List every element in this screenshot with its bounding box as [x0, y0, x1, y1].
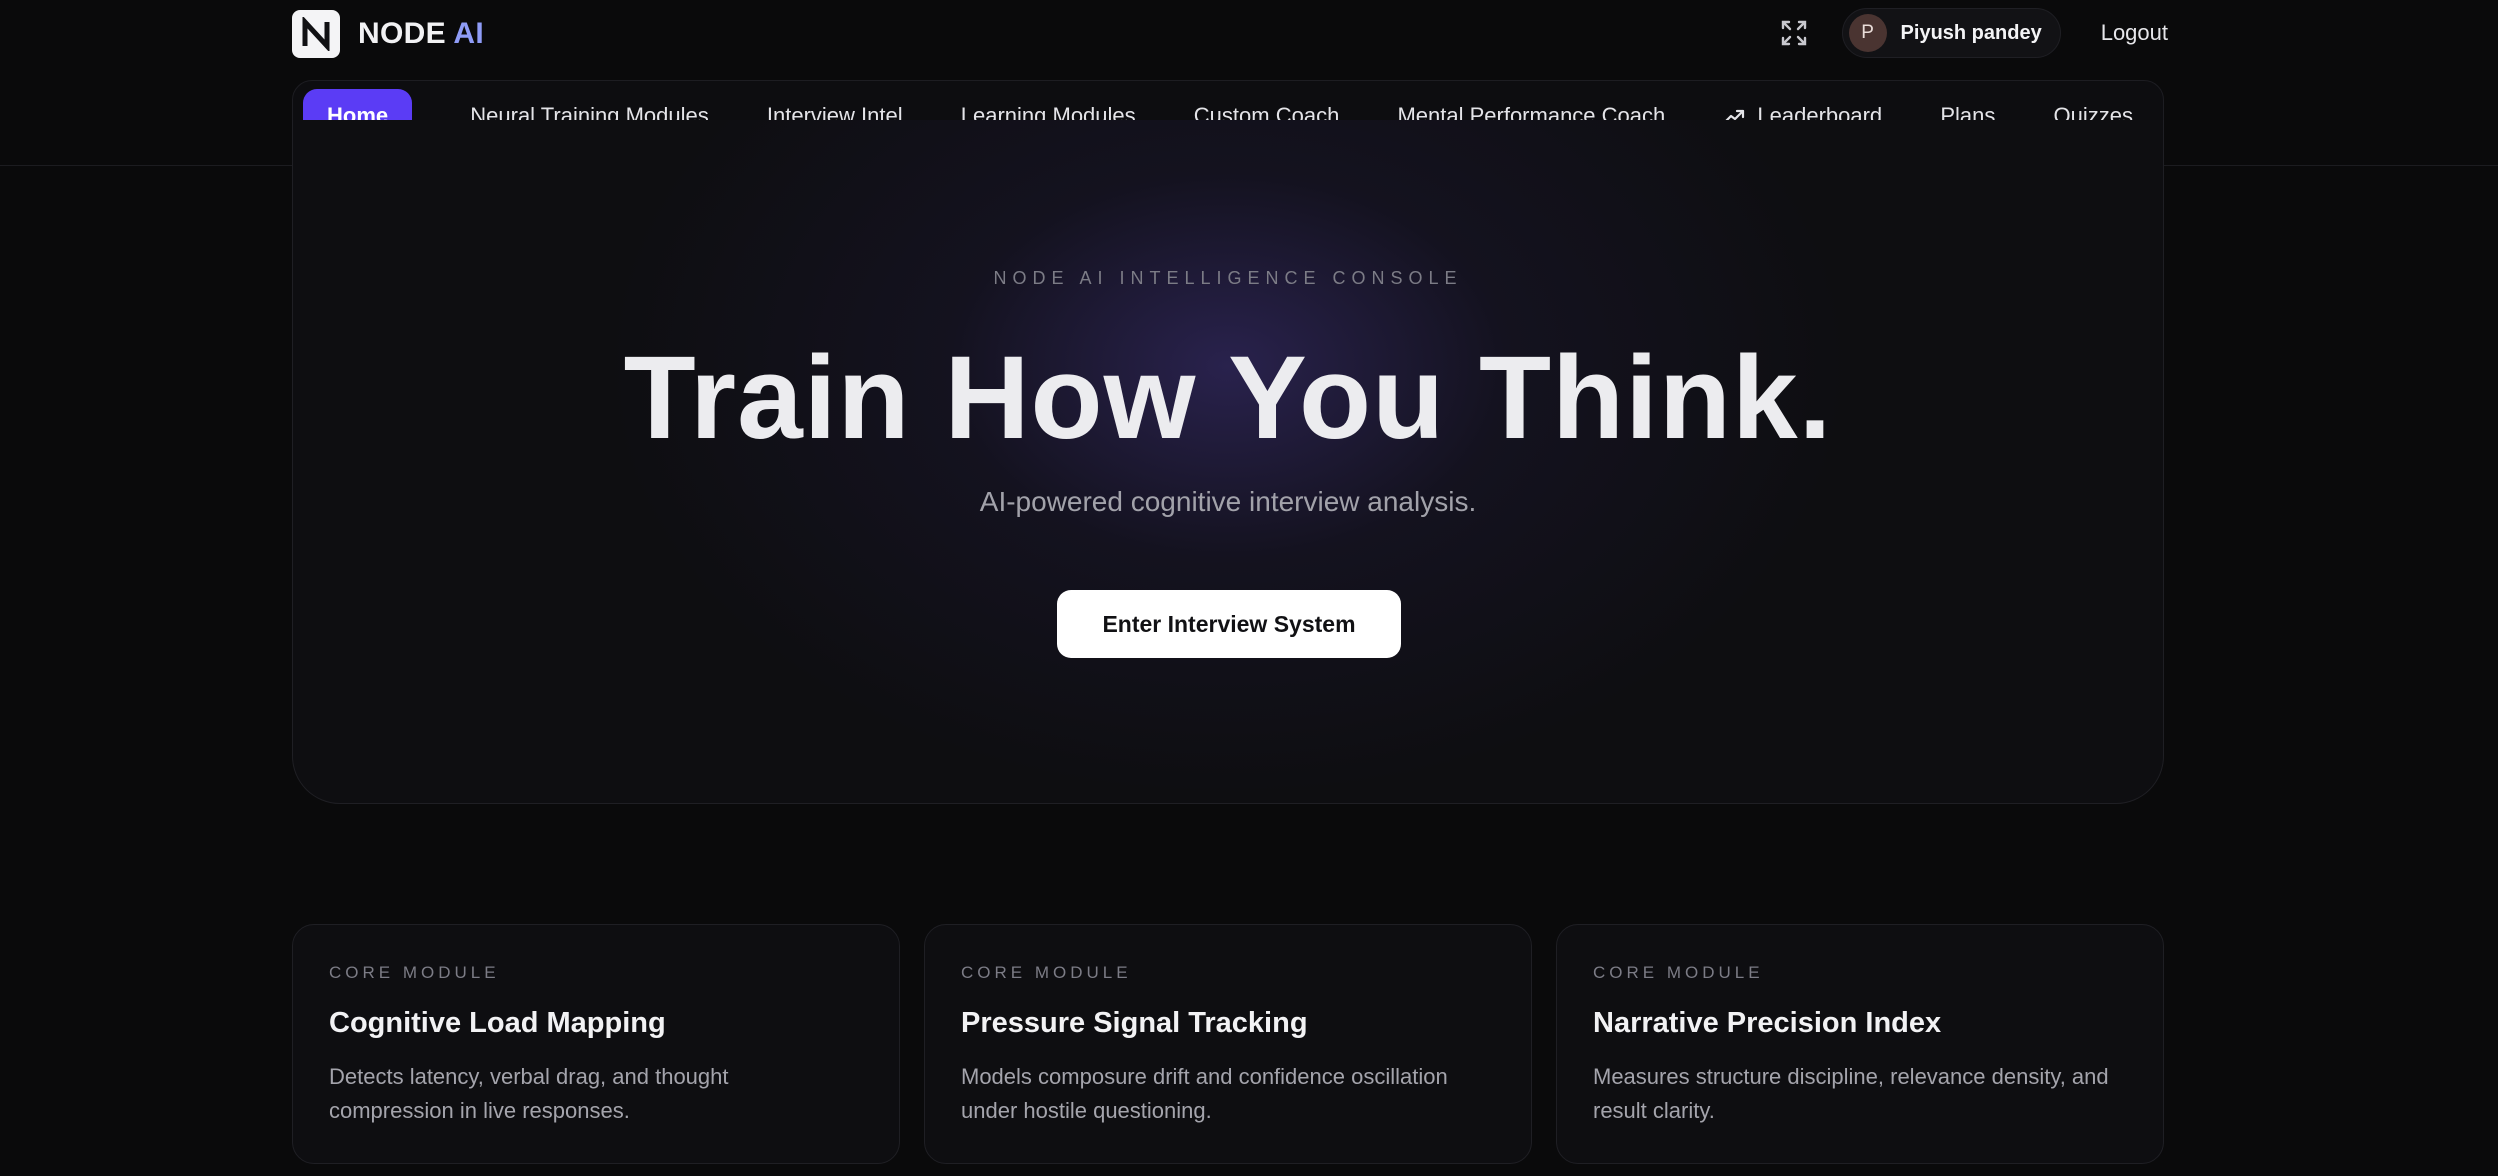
user-profile-chip[interactable]: P Piyush pandey: [1841, 8, 2061, 58]
card-description-line: Detects latency, verbal drag, and though…: [329, 1064, 729, 1089]
card-description-line: under hostile questioning.: [961, 1098, 1212, 1123]
card-title: Narrative Precision Index: [1593, 1007, 1942, 1039]
hero-panel: NODE AI INTELLIGENCE CONSOLE Train How Y…: [292, 120, 2164, 804]
logout-button[interactable]: Logout: [2101, 20, 2168, 46]
top-actions: P Piyush pandey Logout: [1774, 8, 2168, 58]
page: NODE AI P Piyush pandey Logout Home Neur…: [0, 0, 2498, 1176]
expand-icon: [1781, 20, 1806, 46]
avatar: P: [1848, 14, 1887, 52]
card-description-line: compression in live responses.: [329, 1098, 630, 1123]
card-description-line: result clarity.: [1593, 1098, 1715, 1123]
brand[interactable]: NODE AI: [292, 10, 484, 58]
card-description-line: Models composure drift and confidence os…: [961, 1064, 1448, 1089]
brand-name-accent: AI: [453, 17, 485, 50]
brand-name: NODE AI: [358, 17, 484, 51]
module-card-cognitive-load-mapping[interactable]: CORE MODULE Cognitive Load Mapping Detec…: [292, 924, 900, 1164]
hero-headline: Train How You Think.: [623, 332, 1833, 464]
enter-interview-system-button[interactable]: Enter Interview System: [1057, 590, 1401, 658]
card-eyebrow: CORE MODULE: [329, 963, 500, 982]
card-title: Cognitive Load Mapping: [329, 1007, 666, 1039]
module-card-narrative-precision-index[interactable]: CORE MODULE Narrative Precision Index Me…: [1556, 924, 2164, 1164]
card-description-line: Measures structure discipline, relevance…: [1593, 1064, 2109, 1089]
card-description: Models composure drift and confidence os…: [961, 1060, 1495, 1128]
core-modules: CORE MODULE Cognitive Load Mapping Detec…: [292, 924, 2164, 1164]
brand-name-main: NODE: [358, 17, 446, 50]
card-title: Pressure Signal Tracking: [961, 1007, 1308, 1039]
card-description: Measures structure discipline, relevance…: [1593, 1060, 2127, 1128]
card-eyebrow: CORE MODULE: [961, 963, 1132, 982]
user-name: Piyush pandey: [1900, 21, 2042, 44]
hero-subline: AI-powered cognitive interview analysis.: [979, 486, 1477, 517]
hero-eyebrow: NODE AI INTELLIGENCE CONSOLE: [993, 268, 1463, 288]
module-card-pressure-signal-tracking[interactable]: CORE MODULE Pressure Signal Tracking Mod…: [924, 924, 1532, 1164]
card-eyebrow: CORE MODULE: [1593, 963, 1764, 982]
node-logo-icon: [292, 10, 340, 58]
fullscreen-button[interactable]: [1774, 13, 1814, 53]
card-description: Detects latency, verbal drag, and though…: [329, 1060, 863, 1128]
